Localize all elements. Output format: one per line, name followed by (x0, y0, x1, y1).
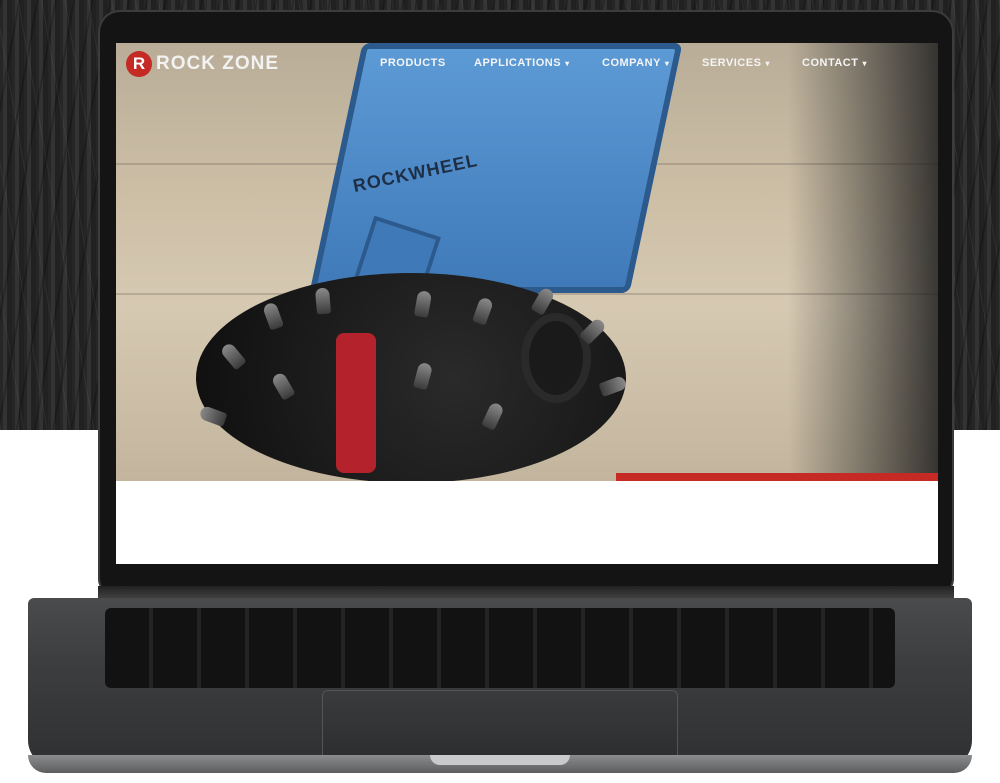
nav-label: CONTACT (802, 57, 859, 69)
nav-label: APPLICATIONS (474, 57, 562, 69)
nav-item-products[interactable]: PRODUCTS (366, 57, 460, 69)
drum-hub (521, 313, 591, 403)
top-navigation: R ROCK ZONE PRODUCTS APPLICATIONS ▾ COMPA… (116, 43, 938, 89)
nav-label: SERVICES (702, 57, 762, 69)
hero-image: ROCKWHEEL R ROCK ZONE PRODUCTS APPLICATI… (116, 43, 938, 481)
chevron-down-icon: ▾ (565, 59, 570, 68)
logo-text: ROCK ZONE (156, 53, 279, 74)
nav-label: COMPANY (602, 57, 661, 69)
cutter-pick (314, 287, 332, 315)
drum-red-band (336, 333, 376, 473)
chevron-down-icon: ▾ (664, 59, 670, 68)
rockzone-logo-icon: R (126, 51, 152, 77)
nav-item-services[interactable]: SERVICES ▾ (688, 57, 784, 69)
content-area (116, 481, 938, 564)
excavator-arm (788, 43, 938, 481)
laptop-notch (430, 755, 570, 765)
nav-item-company[interactable]: COMPANY ▾ (588, 57, 683, 69)
laptop-trackpad (322, 690, 678, 762)
chevron-down-icon: ▾ (862, 59, 867, 68)
nav-item-contact[interactable]: CONTACT ▾ (788, 57, 881, 69)
nav-label: PRODUCTS (380, 57, 446, 69)
laptop-keyboard (105, 608, 895, 688)
nav-item-applications[interactable]: APPLICATIONS ▾ (460, 57, 584, 69)
site-logo[interactable]: R ROCK ZONE (126, 51, 279, 77)
laptop-screen: ROCKWHEEL R ROCK ZONE PRODUCTS APPLICATI… (116, 43, 938, 564)
chevron-down-icon: ▾ (765, 59, 770, 68)
